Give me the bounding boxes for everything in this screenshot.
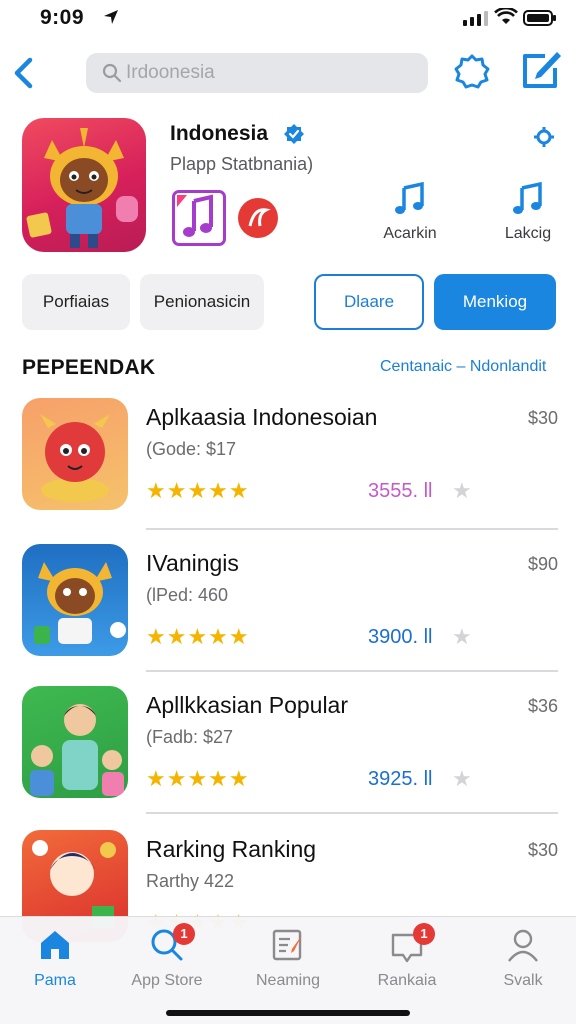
search-icon [102, 63, 122, 83]
search-icon: 1 [149, 923, 195, 963]
section-title: PEPEENDAK [22, 356, 156, 379]
battery-icon [523, 10, 556, 26]
person-icon [505, 927, 541, 963]
tab-rankaia[interactable]: 1 Rankaia [352, 923, 462, 990]
star-rating-icon: ★★★★★ [146, 766, 250, 791]
deer-mascot-icon [26, 128, 138, 248]
empty-star-icon: ★ [452, 624, 472, 649]
cellular-signal-icon [463, 11, 488, 26]
status-time: 9:09 [40, 6, 85, 29]
music-note-icon [395, 181, 424, 214]
app-subtitle: (Gode: $17 [146, 439, 237, 459]
app-price: $36 [527, 696, 558, 716]
tab-label: Pama [34, 972, 76, 989]
search-input[interactable] [126, 59, 406, 87]
tab-label: Neaming [255, 972, 321, 989]
app-subtitle: (Fadb: $27 [146, 727, 234, 747]
red-app-icon[interactable] [238, 198, 278, 238]
divider [146, 812, 558, 814]
home-indicator[interactable] [166, 1010, 410, 1016]
featured-action-label: Lakcig [504, 225, 552, 242]
notification-badge: 1 [413, 923, 435, 945]
status-bar: 9:09 [0, 0, 576, 40]
rating-count: 3900. ll [368, 626, 433, 648]
tab-label: Svalk [503, 972, 543, 989]
porfiaias-button[interactable]: Porfiaias [22, 274, 130, 330]
empty-star-icon: ★ [452, 478, 472, 503]
app-name: Rarking Ranking [146, 836, 317, 862]
menkiog-button[interactable]: Menkiog [434, 274, 556, 330]
tab-bar: Pama 1 App Store Neaming 1 Rankaia Svalk [0, 916, 576, 1024]
top-navigation [0, 50, 576, 96]
tab-label: App Store [131, 972, 203, 989]
app-name: IVaningis [146, 550, 239, 576]
empty-star-icon: ★ [452, 766, 472, 791]
star-rating-icon: ★★★★★ [146, 624, 250, 649]
music-note-icon [513, 181, 542, 214]
rating-count: 3555. ll [368, 480, 433, 502]
penionasicin-button[interactable]: Penionasicin [140, 274, 264, 330]
featured-app-title: Indonesia [170, 122, 269, 145]
app-name: Apllkkasian Popular [146, 692, 349, 718]
app-price: $30 [527, 840, 558, 860]
search-bar[interactable] [86, 53, 428, 93]
tab-svalk[interactable]: Svalk [468, 927, 576, 990]
family-icon [22, 686, 128, 798]
divider [146, 670, 558, 672]
deer-mascot-icon [22, 544, 128, 656]
divider [146, 528, 558, 530]
tab-neaming[interactable]: Neaming [233, 927, 343, 990]
small-gear-icon[interactable] [533, 126, 555, 148]
compose-button[interactable] [519, 50, 563, 92]
red-mascot-icon [22, 398, 128, 510]
app-subtitle: Rarthy 422 [146, 871, 235, 891]
app-price: $90 [527, 554, 558, 574]
star-rating-icon: ★★★★★ [146, 478, 250, 503]
wifi-icon [494, 8, 518, 24]
verified-badge-icon [284, 124, 304, 144]
section-see-all-link[interactable]: Centanaic – Ndonlandit [380, 358, 546, 376]
tab-app-store[interactable]: 1 App Store [112, 923, 222, 990]
list-item[interactable]: Apllkkasian Popular $36 (Fadb: $27 ★★★★★… [0, 686, 576, 826]
back-button[interactable] [8, 54, 40, 92]
dlaare-button[interactable]: Dlaare [314, 274, 424, 330]
settings-button[interactable] [452, 52, 492, 92]
notification-badge: 1 [173, 923, 195, 945]
featured-action-label: Acarkin [383, 225, 437, 242]
chevron-left-icon [14, 57, 33, 89]
music-note-icon [177, 194, 213, 237]
inbox-icon: 1 [389, 923, 435, 963]
music-app-icon[interactable] [172, 190, 226, 246]
rating-count: 3925. ll [368, 768, 433, 790]
featured-action-2[interactable]: Lakcig [496, 180, 560, 243]
featured-app-icon[interactable] [22, 118, 146, 252]
list-item[interactable]: IVaningis $90 (lPed: 460 ★★★★★ 3900. ll … [0, 544, 576, 684]
featured-action-1[interactable]: Acarkin [378, 180, 442, 243]
compose-icon [523, 52, 561, 88]
gear-icon [454, 54, 490, 89]
tab-label: Rankaia [377, 972, 437, 989]
tab-pama[interactable]: Pama [0, 927, 110, 990]
swirl-icon [248, 208, 271, 227]
notepad-icon [270, 927, 306, 963]
location-arrow-icon [104, 10, 118, 24]
home-icon [37, 927, 73, 963]
list-item[interactable]: Aplkaasia Indonesoian $30 (Gode: $17 ★★★… [0, 398, 576, 538]
featured-app-subtitle: Plapp Statbnania) [170, 154, 314, 174]
app-price: $30 [527, 408, 558, 428]
app-name: Aplkaasia Indonesoian [146, 404, 378, 430]
app-subtitle: (lPed: 460 [146, 585, 229, 605]
